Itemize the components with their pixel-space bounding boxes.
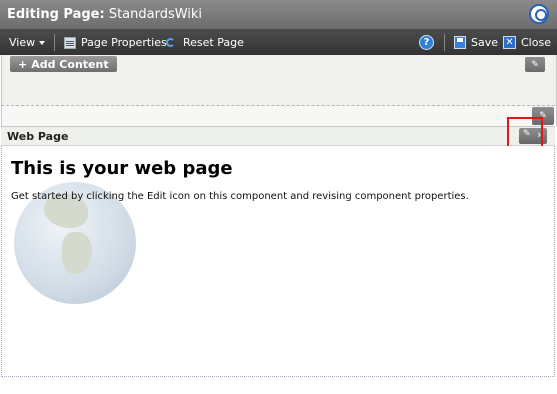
page-properties-label: Page Properties — [81, 36, 167, 49]
component-gap: ✎ — [1, 106, 557, 126]
help-button[interactable]: ? — [419, 30, 434, 55]
chevron-down-icon — [39, 40, 46, 45]
toolbar-divider — [444, 34, 445, 51]
page-title-prefix: Editing Page: — [7, 7, 105, 22]
page-title: Editing Page: StandardsWiki — [7, 7, 202, 22]
component-header: Web Page ✎ › — [1, 126, 555, 146]
close-button[interactable]: ✕ Close — [503, 30, 551, 55]
help-icon: ? — [419, 35, 434, 50]
web-page-description: Get started by clicking the Edit icon on… — [11, 191, 469, 202]
add-content-button[interactable]: + Add Content — [10, 56, 117, 72]
close-label: Close — [521, 36, 551, 49]
component-title: Web Page — [7, 130, 69, 143]
view-menu-label: View — [9, 36, 36, 49]
page-properties-icon — [64, 36, 76, 49]
page-title-name: StandardsWiki — [108, 7, 203, 22]
pencil-icon: ✎ — [531, 59, 539, 70]
web-page-heading: This is your web page — [11, 158, 233, 179]
close-icon: ✕ — [503, 36, 516, 49]
composer-toolbar: View Page Properties Reset Page ? Save ✕… — [0, 30, 557, 55]
globe-landmass — [62, 232, 92, 274]
save-label: Save — [471, 36, 499, 49]
toolbar-divider — [54, 34, 55, 51]
title-bar: Editing Page: StandardsWiki — [0, 0, 557, 30]
save-icon — [454, 36, 466, 49]
reset-icon — [165, 37, 178, 49]
page-properties-button[interactable]: Page Properties — [64, 30, 167, 55]
plus-icon: + — [18, 57, 28, 71]
content-edit-area: + Add Content ✎ — [1, 55, 557, 106]
oracle-logo-icon[interactable] — [529, 4, 549, 24]
web-page-component: This is your web page Get started by cli… — [1, 146, 555, 377]
edit-layout-button[interactable]: ✎ — [525, 57, 545, 72]
reset-page-button[interactable]: Reset Page — [165, 30, 244, 55]
view-menu[interactable]: View — [9, 30, 46, 55]
add-content-label: Add Content — [31, 57, 109, 71]
reset-page-label: Reset Page — [183, 36, 244, 49]
save-button[interactable]: Save — [454, 30, 498, 55]
